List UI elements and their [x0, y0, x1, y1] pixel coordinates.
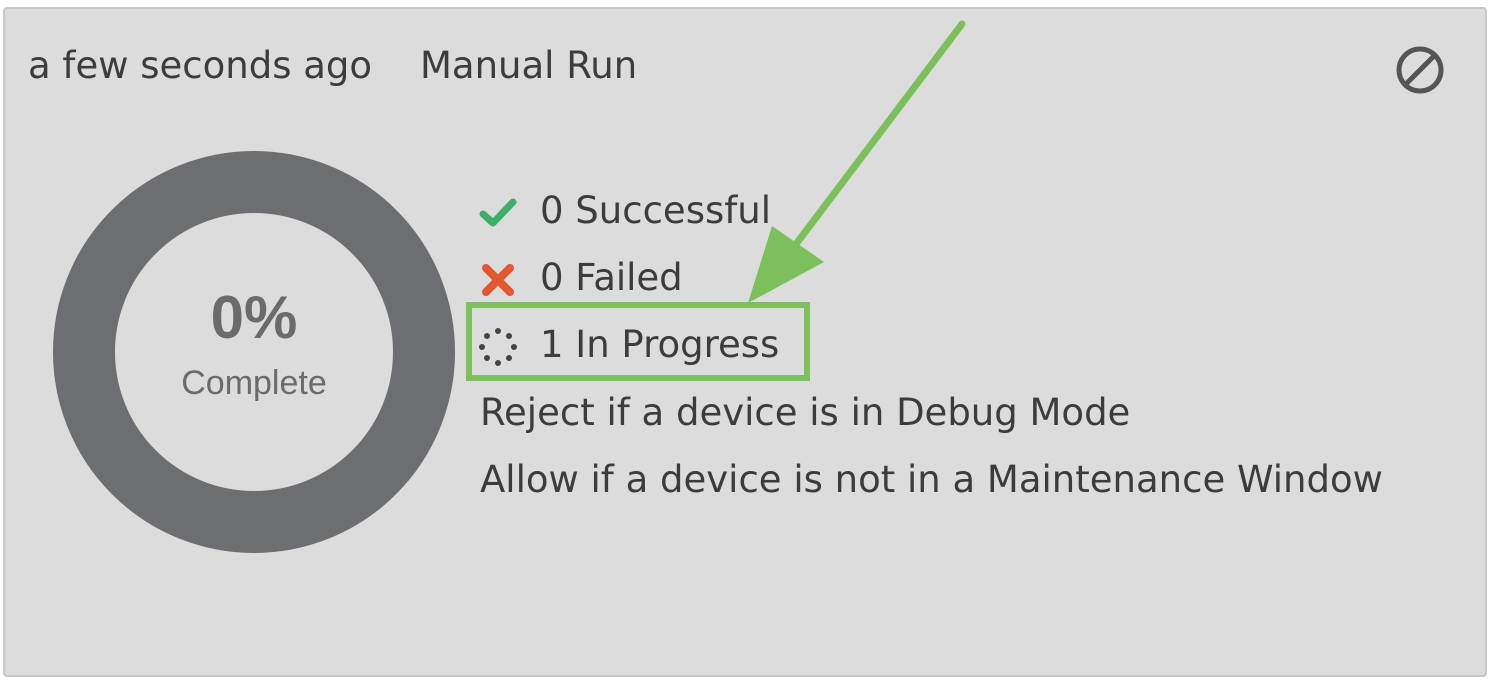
annotation-highlight-box — [466, 302, 810, 381]
progress-donut — [53, 151, 455, 553]
stat-successful: 0 Successful — [478, 192, 771, 233]
run-type: Manual Run — [420, 44, 638, 87]
rule-debug-mode: Reject if a device is in Debug Mode — [480, 391, 1131, 434]
successful-count: 0 Successful — [540, 189, 771, 232]
rule-maintenance-window: Allow if a device is not in a Maintenanc… — [480, 458, 1383, 501]
failed-count: 0 Failed — [540, 256, 683, 299]
run-time: a few seconds ago — [28, 44, 373, 87]
x-icon — [478, 260, 518, 300]
donut-track — [53, 151, 455, 553]
annotation-arrow — [748, 20, 966, 303]
cancel-run-button[interactable] — [1392, 42, 1448, 98]
cancel-icon — [1396, 46, 1444, 94]
progress-percent: 0% — [210, 284, 298, 351]
check-icon — [478, 193, 518, 233]
stat-failed: 0 Failed — [478, 259, 683, 300]
progress-label: Complete — [181, 364, 327, 402]
